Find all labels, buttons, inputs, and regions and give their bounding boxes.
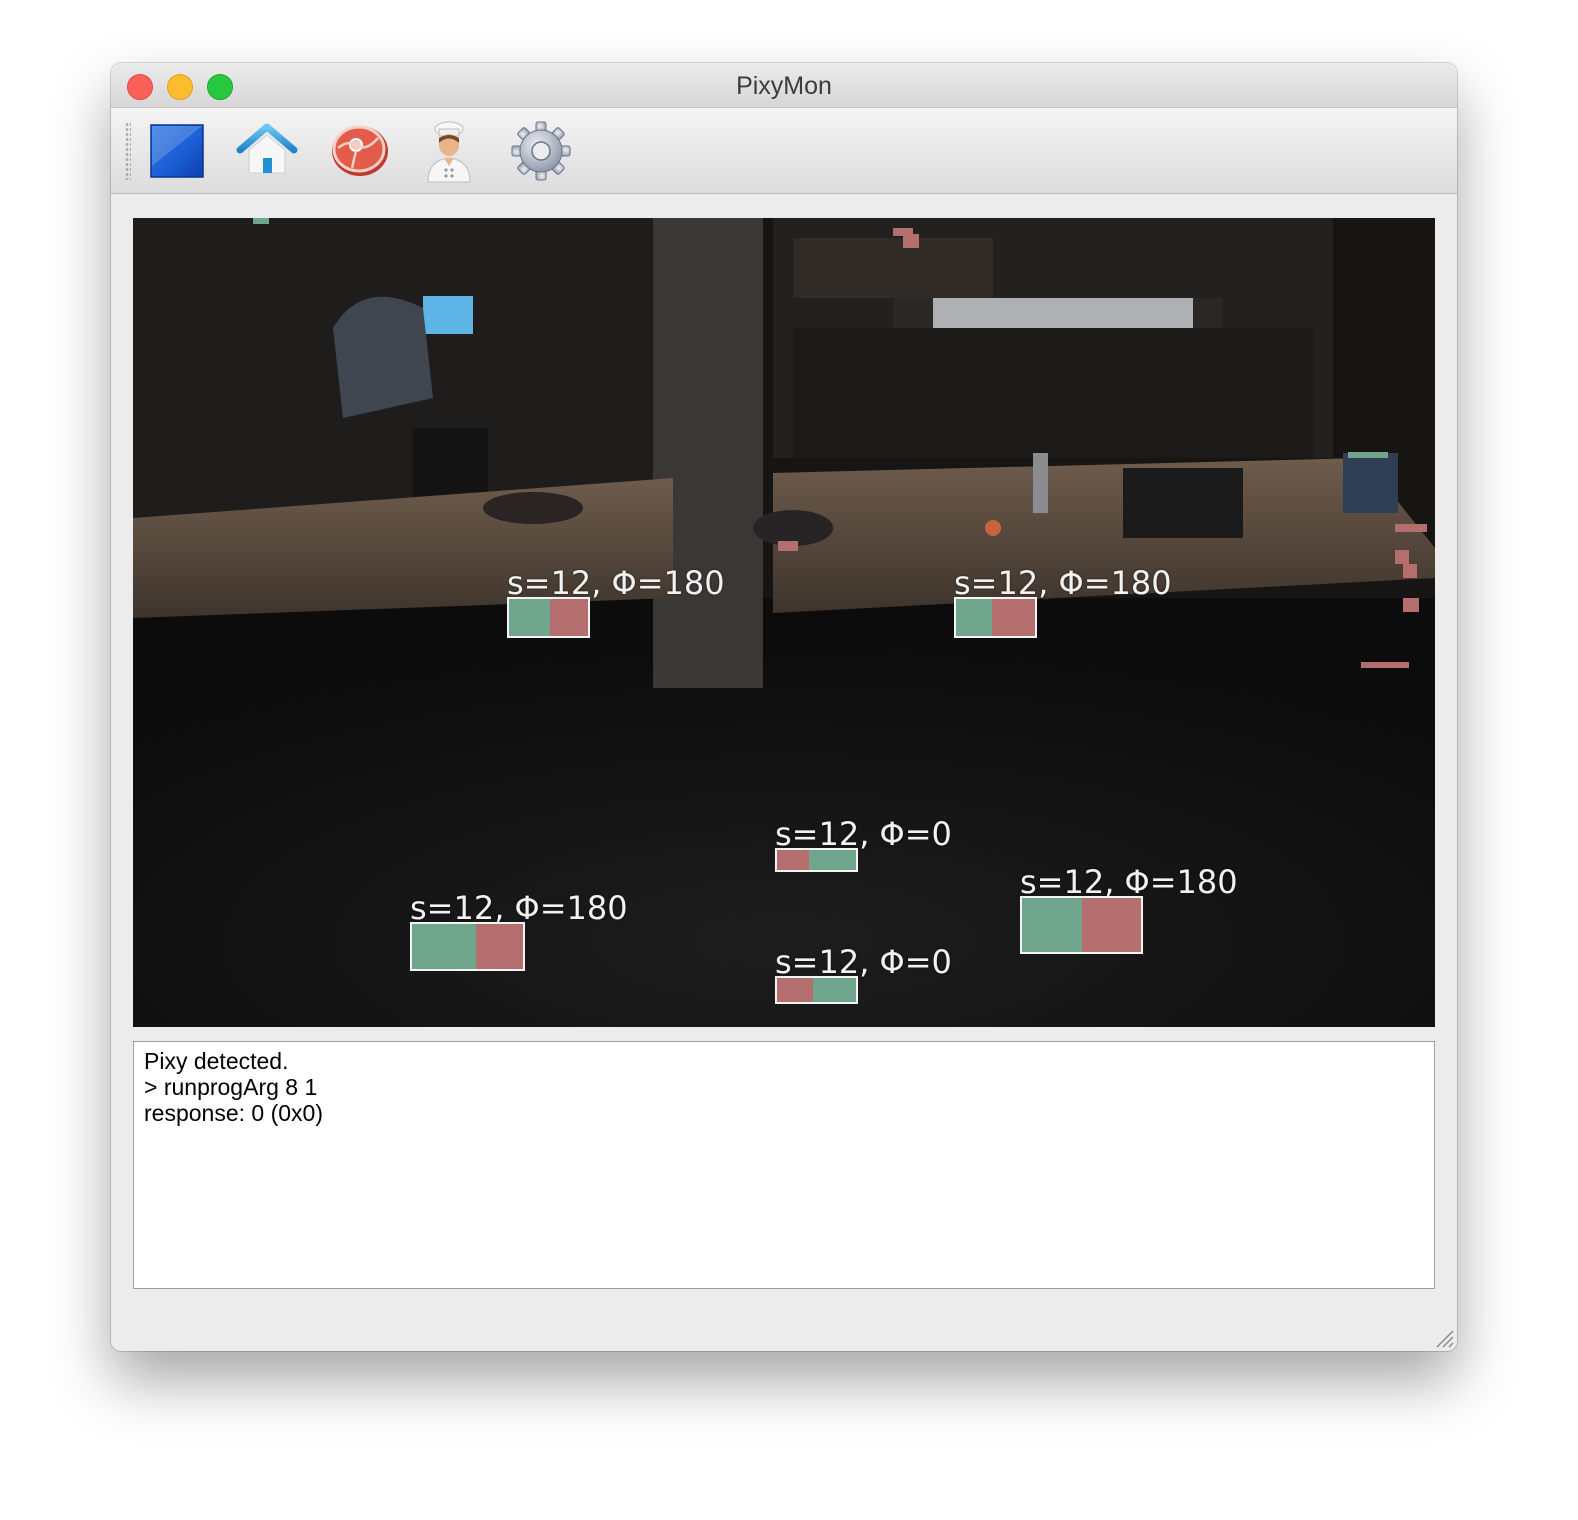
raw-video-button[interactable] (326, 118, 392, 184)
console-line: > runprogArg 8 1 (144, 1074, 318, 1100)
detected-block (775, 976, 858, 1004)
cook-icon (427, 121, 471, 183)
cook-button[interactable] (416, 118, 482, 184)
title-bar[interactable]: PixyMon (111, 63, 1457, 108)
console-line: response: 0 (0x0) (144, 1100, 323, 1126)
stop-button[interactable] (144, 118, 210, 184)
video-display[interactable]: s=12, Φ=180 s=12, Φ=180 s=12, Φ=0 s=12, … (133, 218, 1435, 1027)
detected-block (507, 597, 590, 638)
maximize-button[interactable] (207, 74, 233, 100)
close-button[interactable] (127, 74, 153, 100)
console-output[interactable]: Pixy detected. > runprogArg 8 1 response… (133, 1041, 1435, 1289)
detected-block (1020, 896, 1143, 954)
console-line: Pixy detected. (144, 1048, 289, 1074)
window-title: PixyMon (736, 72, 832, 100)
toolbar-grip[interactable] (125, 122, 131, 180)
settings-button[interactable] (508, 118, 574, 184)
stop-icon (150, 124, 204, 178)
detected-block (954, 597, 1037, 638)
detected-block (410, 922, 525, 971)
raw-video-icon (332, 125, 388, 176)
detected-block (775, 848, 858, 872)
home-button[interactable] (234, 118, 300, 184)
resize-grip-icon[interactable] (1433, 1327, 1455, 1349)
toolbar (111, 108, 1457, 194)
minimize-button[interactable] (167, 74, 193, 100)
camera-frame-image (133, 218, 1435, 1027)
gear-icon (511, 121, 571, 181)
pixymon-window: PixyMon s=12, Φ=180 s=12, Φ=180 s=12, Φ=… (111, 63, 1457, 1351)
home-icon (236, 123, 298, 174)
